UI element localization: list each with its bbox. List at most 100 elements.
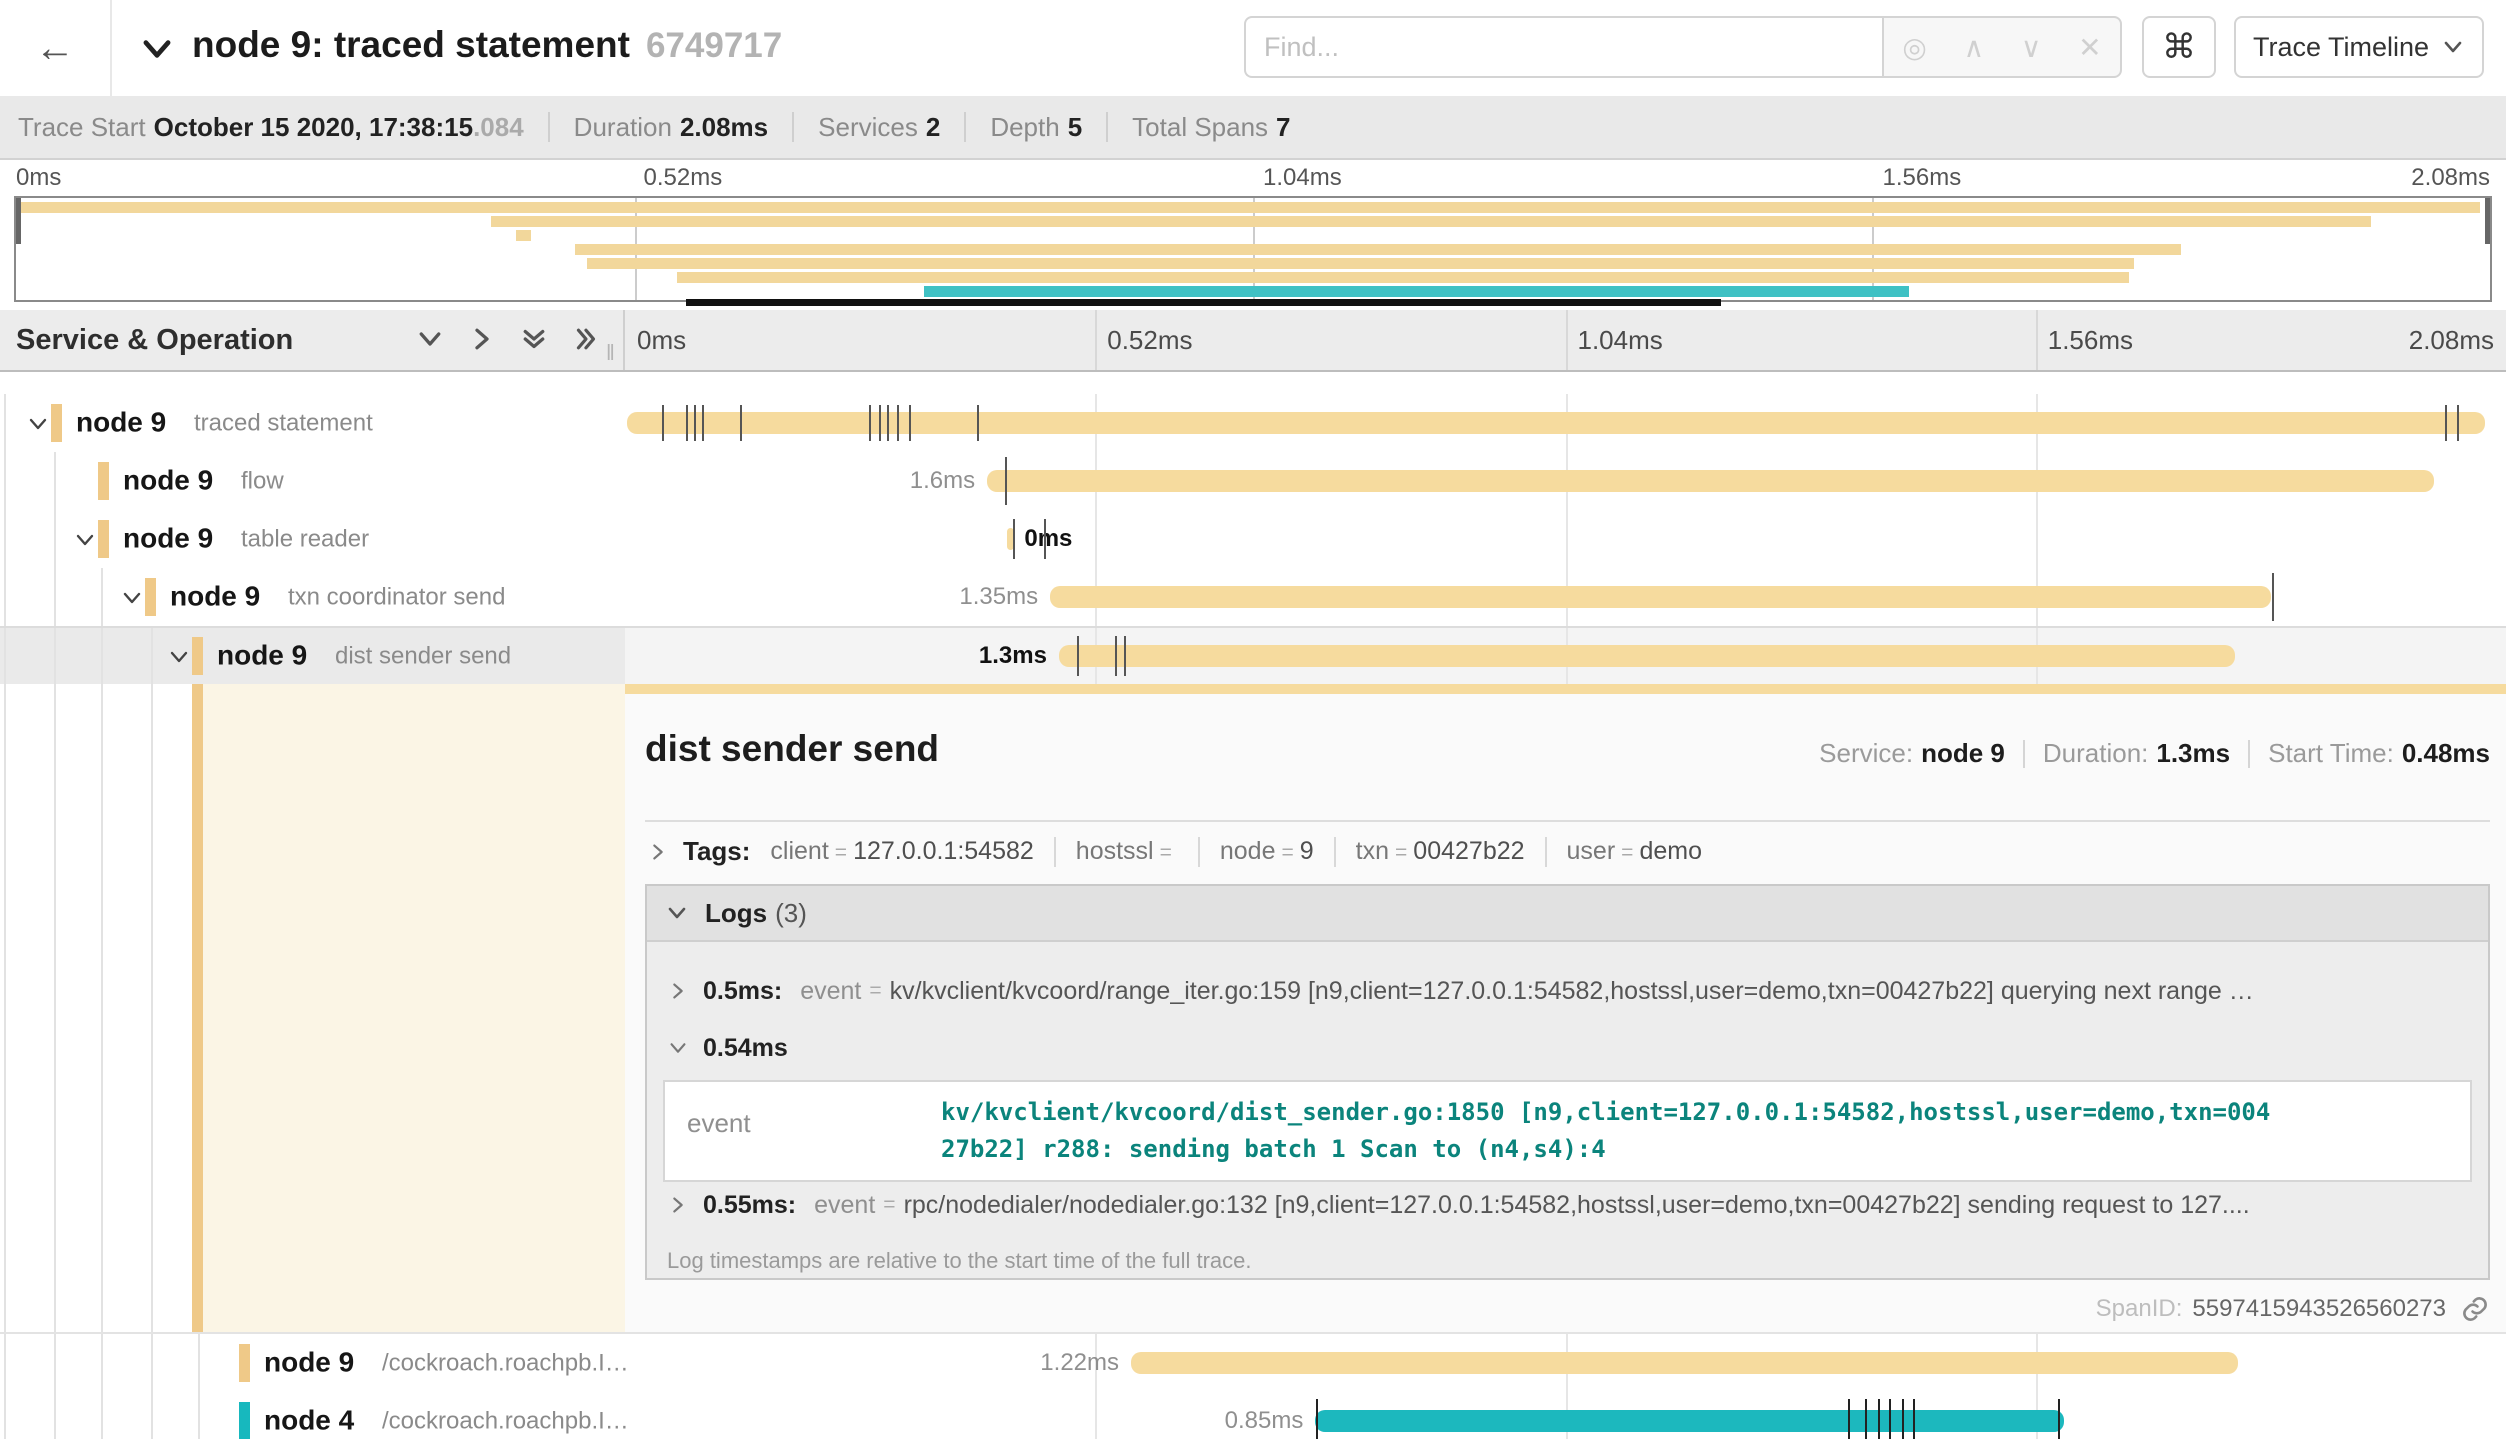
span-tree-cell[interactable]: node 9table reader xyxy=(0,510,625,568)
column-resize-handle[interactable]: ‖ xyxy=(606,340,615,366)
span-timeline-cell[interactable]: 1.22ms xyxy=(625,1334,2506,1392)
find-next-icon[interactable]: ∨ xyxy=(2021,31,2042,64)
trace-collapse-chevron-icon[interactable] xyxy=(138,30,176,68)
span-row-txn-coordinator-send[interactable]: node 9txn coordinator send1.35ms xyxy=(0,568,2506,626)
span-row-flow[interactable]: node 9flow1.6ms xyxy=(0,452,2506,510)
span-row-dist-sender-send[interactable]: node 9dist sender send 1.3ms xyxy=(0,626,2506,684)
tree-guide-line xyxy=(54,452,56,510)
tags-row[interactable]: Tags:client=127.0.0.1:54582hostssl=node=… xyxy=(647,836,2490,867)
span-expand-chevron-icon[interactable] xyxy=(167,645,191,669)
logs-count: (3) xyxy=(775,898,807,929)
span-expand-chevron-icon[interactable] xyxy=(73,528,97,552)
summary-item: Trace StartOctober 15 2020, 17:38:15.084 xyxy=(18,112,524,143)
span-expand-chevron-icon[interactable] xyxy=(26,412,50,436)
minimap-scrubber-handle-left[interactable] xyxy=(16,198,21,244)
span-duration-label: 0.85ms xyxy=(1225,1407,1304,1435)
expand-one-icon[interactable] xyxy=(467,324,497,354)
span-row-traced-statement[interactable]: node 9traced statement xyxy=(0,394,2506,452)
service-operation-header: Service & Operation ‖ xyxy=(0,310,625,370)
span-timeline-cell[interactable] xyxy=(625,394,2506,452)
span-tree-cell[interactable]: node 9flow xyxy=(0,452,625,510)
log-row[interactable]: 0.5ms:event=kv/kvclient/kvcoord/range_it… xyxy=(667,968,2468,1014)
span-timeline-cell[interactable]: 1.6ms xyxy=(625,452,2506,510)
timeline-header-row: Service & Operation ‖ 0ms0.52ms1.04ms1.5… xyxy=(0,310,2506,372)
collapse-one-icon[interactable] xyxy=(415,324,445,354)
axis-tick-label: 0.52ms xyxy=(644,164,723,192)
logs-note: Log timestamps are relative to the start… xyxy=(667,1248,2468,1274)
span-bar[interactable] xyxy=(987,470,2433,492)
log-marker-tick xyxy=(909,405,911,441)
span-tree-cell[interactable]: node 9traced statement xyxy=(0,394,625,452)
log-row[interactable]: 0.55ms:event=rpc/nodedialer/nodedialer.g… xyxy=(667,1182,2468,1228)
minimap-viewport-scrubber[interactable] xyxy=(686,299,1721,306)
summary-separator xyxy=(792,112,794,142)
span-bar[interactable] xyxy=(627,412,2485,434)
link-icon[interactable] xyxy=(2460,1294,2490,1324)
span-tree-cell[interactable]: node 9/cockroach.roachpb.I… xyxy=(0,1334,625,1392)
service-color-strip xyxy=(192,637,203,675)
trace-view-selector[interactable]: Trace Timeline xyxy=(2234,16,2484,78)
operation-name: dist sender send xyxy=(335,643,511,671)
trace-id: 6749717 xyxy=(646,26,782,65)
tag-item: hostssl= xyxy=(1076,837,1178,866)
tree-guide-line xyxy=(101,568,103,626)
tree-guide-line xyxy=(4,1334,6,1392)
span-timeline-cell[interactable]: 1.35ms xyxy=(625,568,2506,626)
log-row-expanded-header[interactable]: 0.54ms xyxy=(667,1028,2468,1068)
summary-item: Duration2.08ms xyxy=(574,112,768,143)
tag-separator xyxy=(1334,837,1336,867)
minimap-span-bar xyxy=(18,202,2480,213)
axis-tick-label: 1.56ms xyxy=(2048,325,2133,356)
span-bar[interactable] xyxy=(1050,586,2271,608)
span-bar[interactable] xyxy=(1131,1352,2238,1374)
log-field-key: event xyxy=(665,1082,941,1180)
span-row-table-reader[interactable]: node 9table reader 0ms xyxy=(0,510,2506,568)
span-duration-label: 1.3ms xyxy=(979,642,1047,670)
find-prev-icon[interactable]: ∧ xyxy=(1964,31,1985,64)
span-timeline-cell[interactable]: 1.3ms xyxy=(625,628,2506,684)
chevron-right-icon xyxy=(647,841,669,863)
span-row--cockroach-roachpb-i-[interactable]: node 4/cockroach.roachpb.I… 0.85ms xyxy=(0,1392,2506,1439)
service-color-strip xyxy=(239,1402,250,1439)
span-expand-chevron-icon[interactable] xyxy=(120,586,144,610)
log-marker-tick xyxy=(1865,1399,1867,1439)
minimap-span-bar xyxy=(587,258,2133,269)
tree-guide-line xyxy=(4,684,6,1332)
timeline-gridline xyxy=(1566,510,1568,568)
span-timeline-cell[interactable]: 0ms xyxy=(625,510,2506,568)
find-clear-icon[interactable]: ✕ xyxy=(2078,31,2101,64)
span-detail-meta: Service:node 9Duration:1.3msStart Time:0… xyxy=(1819,738,2490,769)
expanded-span-accent xyxy=(192,684,625,1332)
span-bar[interactable] xyxy=(1059,645,2235,667)
tree-guide-line xyxy=(4,394,6,452)
log-fields-table: eventkv/kvclient/kvcoord/dist_sender.go:… xyxy=(663,1080,2472,1182)
tag-item: txn=00427b22 xyxy=(1356,837,1525,866)
span-timeline-cell[interactable]: 0.85ms xyxy=(625,1392,2506,1439)
axis-tick-label: 0ms xyxy=(16,164,61,192)
span-row--cockroach-roachpb-i-[interactable]: node 9/cockroach.roachpb.I…1.22ms xyxy=(0,1334,2506,1392)
span-tree-cell[interactable]: node 9dist sender send xyxy=(0,628,625,684)
match-case-icon[interactable]: ◎ xyxy=(1902,31,1926,64)
minimap-axis-labels: 0ms0.52ms1.04ms1.56ms2.08ms xyxy=(14,164,2492,194)
tree-guide-line xyxy=(54,628,56,684)
log-marker-tick xyxy=(1316,1399,1318,1439)
keyboard-shortcuts-button[interactable]: ⌘ xyxy=(2142,16,2216,78)
service-operation-title: Service & Operation xyxy=(16,324,293,357)
logs-header[interactable]: Logs (3) xyxy=(647,886,2488,942)
collapse-all-icon[interactable] xyxy=(519,324,549,354)
minimap-canvas[interactable] xyxy=(14,196,2492,302)
span-tree-cell[interactable]: node 9txn coordinator send xyxy=(0,568,625,626)
span-bar[interactable] xyxy=(1315,1410,2064,1432)
minimap-span-bar xyxy=(516,230,531,241)
log-marker-tick xyxy=(1013,519,1015,559)
expand-all-icon[interactable] xyxy=(571,324,601,354)
span-rows-bottom: node 9/cockroach.roachpb.I…1.22msnode 4/… xyxy=(0,1334,2506,1439)
back-button[interactable]: ← xyxy=(0,0,112,96)
minimap-scrubber-handle-right[interactable] xyxy=(2485,198,2490,244)
log-marker-tick xyxy=(1848,1399,1850,1439)
timeline-axis: 0ms0.52ms1.04ms1.56ms2.08ms xyxy=(625,310,2506,370)
trace-timeline-app: ← node 9: traced statement6749717 ◎ ∧ ∨ … xyxy=(0,0,2506,1439)
find-input[interactable] xyxy=(1244,16,1882,78)
span-duration-label: 0ms xyxy=(1024,525,1072,553)
span-tree-cell[interactable]: node 4/cockroach.roachpb.I… xyxy=(0,1392,625,1439)
